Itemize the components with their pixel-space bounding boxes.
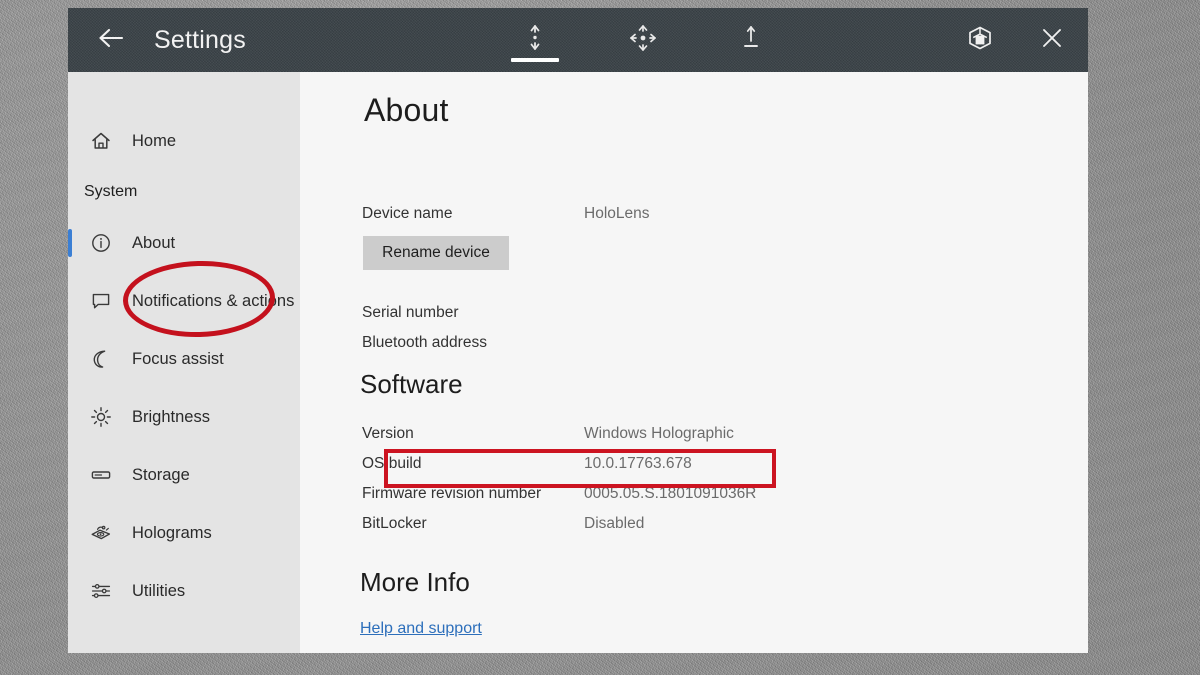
version-row: Version Windows Holographic — [362, 425, 1062, 451]
sidebar-item-label: Focus assist — [132, 349, 224, 368]
info-circle-icon — [84, 232, 118, 254]
window-move-button[interactable] — [606, 8, 680, 72]
sidebar-item-label: About — [132, 233, 176, 252]
bitlocker-value: Disabled — [584, 515, 645, 532]
move-four-arrows-icon — [628, 23, 658, 58]
sidebar-group-title: System — [84, 183, 138, 200]
brightness-sun-icon — [84, 406, 118, 428]
sidebar-item-label: Holograms — [132, 523, 212, 542]
device-name-label: Device name — [362, 205, 453, 222]
help-and-support-link[interactable]: Help and support — [360, 620, 482, 638]
serial-number-label: Serial number — [362, 304, 459, 321]
storage-drive-icon — [84, 464, 118, 486]
settings-window: Settings Home System About Notifications… — [68, 8, 1088, 653]
sidebar-item-label: Utilities — [132, 581, 186, 600]
firmware-revision-value: 0005.05.S.1801091036R — [584, 485, 757, 502]
serial-number-row: Serial number — [362, 304, 1062, 330]
bluetooth-address-label: Bluetooth address — [362, 334, 487, 351]
mixed-reality-capture-button[interactable] — [960, 8, 1000, 72]
os-build-label: OS build — [362, 455, 422, 472]
device-name-row: Device name HoloLens — [362, 205, 1062, 231]
close-icon — [1040, 26, 1064, 55]
resize-vertical-icon — [523, 23, 547, 58]
sidebar-item-label: Brightness — [132, 407, 210, 426]
bitlocker-label: BitLocker — [362, 515, 427, 532]
sidebar-item-brightness[interactable]: Brightness — [68, 388, 300, 446]
version-label: Version — [362, 425, 414, 442]
settings-content-pane: About Device name HoloLens Rename device… — [300, 72, 1088, 653]
sidebar-item-label: Notifications & actions — [132, 291, 295, 310]
window-chrome-controls — [498, 8, 788, 72]
holograms-icon — [84, 521, 118, 545]
sidebar-item-holograms[interactable]: Holograms — [68, 504, 300, 562]
version-value: Windows Holographic — [584, 425, 734, 442]
follow-pin-icon — [739, 23, 763, 58]
sidebar-item-notifications[interactable]: Notifications & actions — [68, 272, 300, 330]
bitlocker-row: BitLocker Disabled — [362, 515, 1062, 541]
sidebar-item-storage[interactable]: Storage — [68, 446, 300, 504]
back-arrow-icon — [97, 27, 125, 54]
notification-icon — [84, 290, 118, 312]
settings-sidebar: Home System About Notifications & action… — [68, 72, 300, 653]
sidebar-item-label: Home — [132, 131, 177, 150]
firmware-revision-row: Firmware revision number 0005.05.S.18010… — [362, 485, 1062, 511]
sidebar-item-about[interactable]: About — [68, 214, 300, 272]
more-info-section-heading: More Info — [360, 567, 470, 597]
window-follow-button[interactable] — [714, 8, 788, 72]
rename-device-button[interactable]: Rename device — [363, 236, 509, 270]
close-button[interactable] — [1032, 8, 1072, 72]
active-tab-underline — [511, 58, 559, 62]
device-name-value: HoloLens — [584, 205, 650, 222]
selection-indicator — [68, 229, 72, 257]
os-build-row: OS build 10.0.17763.678 — [362, 455, 1062, 481]
sidebar-item-utilities[interactable]: Utilities — [68, 562, 300, 620]
mixed-reality-cube-icon — [967, 25, 993, 56]
utilities-sliders-icon — [84, 580, 118, 602]
home-icon — [84, 130, 118, 152]
software-section-heading: Software — [360, 369, 463, 399]
sidebar-item-home[interactable]: Home — [68, 112, 300, 170]
sidebar-item-focus-assist[interactable]: Focus assist — [68, 330, 300, 388]
moon-icon — [84, 348, 118, 370]
back-button[interactable] — [82, 27, 140, 54]
bluetooth-address-row: Bluetooth address — [362, 334, 1062, 360]
window-title: Settings — [154, 25, 246, 54]
sidebar-item-label: Storage — [132, 465, 190, 484]
page-title: About — [364, 92, 449, 128]
window-body: Home System About Notifications & action… — [68, 72, 1088, 653]
window-titlebar: Settings — [68, 8, 1088, 75]
window-right-controls — [960, 8, 1072, 72]
os-build-value: 10.0.17763.678 — [584, 455, 692, 472]
firmware-revision-label: Firmware revision number — [362, 485, 542, 502]
window-adjust-button[interactable] — [498, 8, 572, 72]
